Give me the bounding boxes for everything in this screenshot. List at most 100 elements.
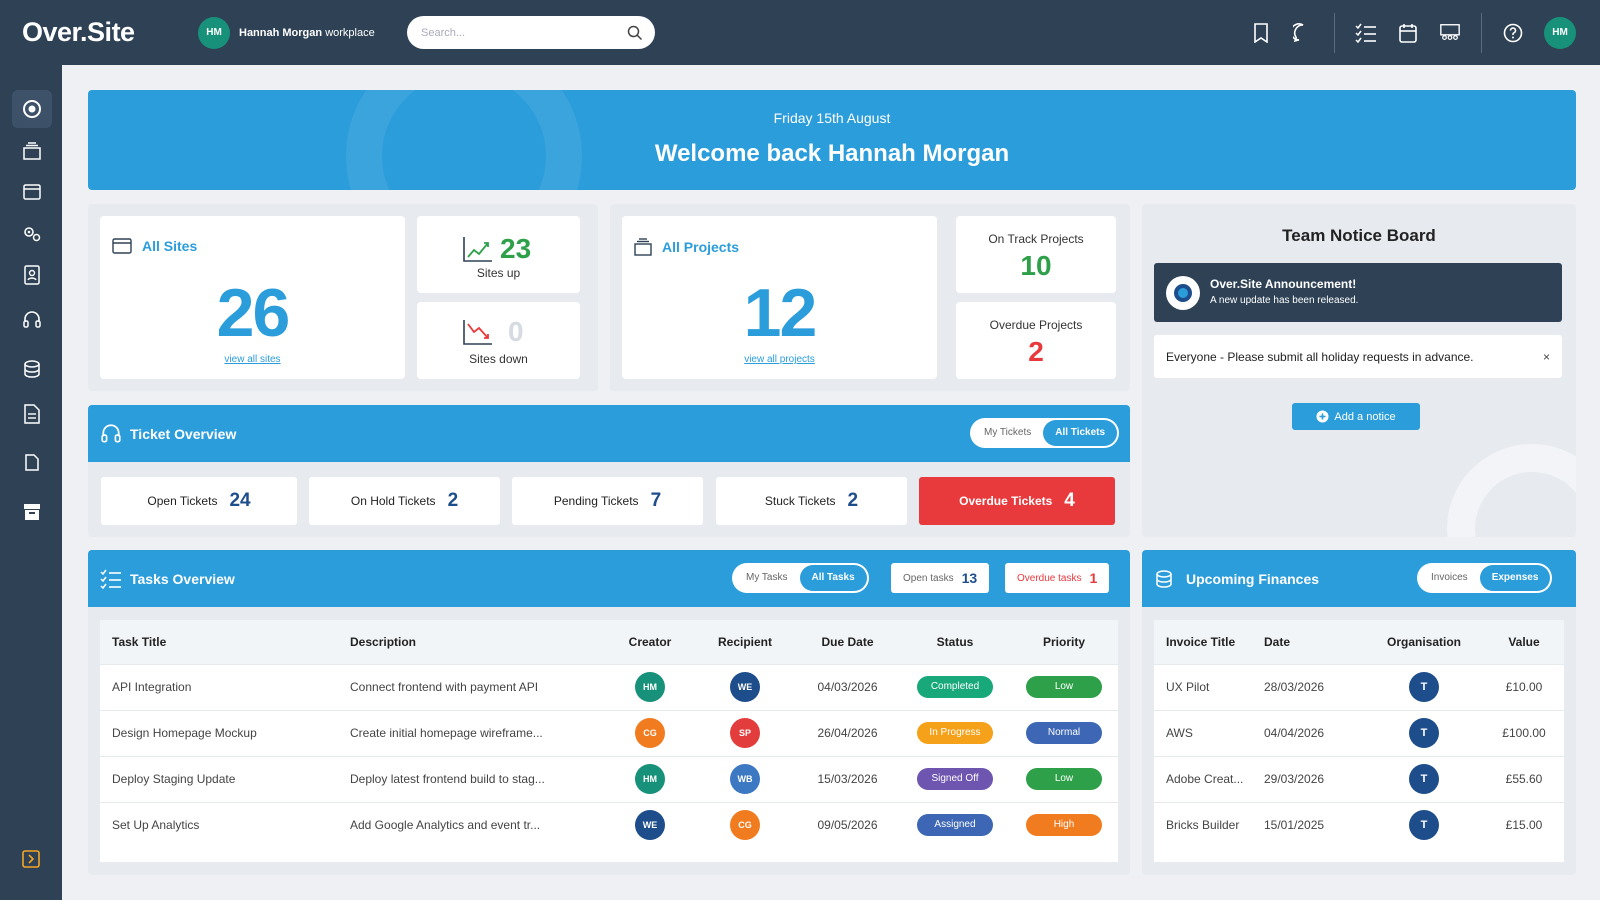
table-row[interactable]: Deploy Staging Update Deploy latest fron…	[100, 755, 1118, 802]
sidebar-item-contacts[interactable]	[12, 256, 52, 294]
collapse-sidebar-icon[interactable]	[22, 850, 40, 868]
all-projects-card[interactable]: All Projects 12 view all projects	[622, 216, 937, 379]
finances-header: Upcoming Finances Invoices Expenses	[1142, 550, 1576, 607]
col-creator[interactable]: Creator	[605, 620, 695, 664]
close-icon[interactable]: ×	[1543, 350, 1550, 364]
add-notice-button[interactable]: Add a notice	[1292, 403, 1420, 430]
sidebar-item-projects[interactable]	[12, 132, 52, 170]
user-avatar[interactable]: HM	[1544, 16, 1576, 49]
workspace-user: Hannah Morgan	[239, 26, 323, 39]
overdue-projects-label: Overdue Projects	[989, 318, 1083, 332]
col-date[interactable]: Date	[1264, 620, 1364, 664]
sidebar-item-sites[interactable]	[12, 173, 52, 211]
organisation-avatar[interactable]: T	[1409, 718, 1439, 748]
sidebar-item-files[interactable]	[12, 443, 52, 481]
col-status[interactable]: Status	[900, 620, 1010, 664]
finances-title: Upcoming Finances	[1186, 570, 1320, 587]
creator-avatar[interactable]: WE	[635, 810, 665, 841]
task-description: Connect frontend with payment API	[350, 663, 605, 710]
notice-text: Everyone - Please submit all holiday req…	[1166, 349, 1474, 364]
notice-item: Everyone - Please submit all holiday req…	[1154, 335, 1562, 378]
on-track-card[interactable]: On Track Projects 10	[956, 216, 1116, 293]
calendar-icon[interactable]	[1397, 22, 1419, 44]
sidebar-item-archive[interactable]	[12, 493, 52, 531]
col-invoice-title[interactable]: Invoice Title	[1154, 620, 1264, 664]
recipient-avatar[interactable]: SP	[730, 718, 760, 748]
search-icon[interactable]	[627, 25, 643, 41]
col-value[interactable]: Value	[1484, 620, 1564, 664]
organisation-avatar[interactable]: T	[1409, 764, 1439, 794]
open-tickets-card[interactable]: Open Tickets 24	[101, 477, 297, 525]
creator-avatar[interactable]: CG	[635, 718, 665, 748]
recipient-avatar[interactable]: WB	[730, 764, 760, 794]
recipient-avatar[interactable]: WE	[730, 672, 760, 702]
organisation-avatar[interactable]: T	[1409, 810, 1439, 841]
overdue-tickets-card[interactable]: Overdue Tickets 4	[919, 477, 1115, 525]
invoices-toggle[interactable]: Invoices	[1419, 565, 1480, 591]
col-recipient[interactable]: Recipient	[695, 620, 795, 664]
workspace-name[interactable]: Hannah Morgan workplace	[239, 27, 399, 39]
search-input[interactable]	[421, 26, 627, 39]
help-icon[interactable]	[1502, 22, 1524, 44]
table-row[interactable]: API Integration Connect frontend with pa…	[100, 663, 1118, 710]
table-row[interactable]: UX Pilot 28/03/2026 T £10.00	[1154, 663, 1564, 710]
sites-down-count: 0	[508, 316, 524, 347]
sites-up-card[interactable]: 23 Sites up	[417, 216, 580, 293]
invoice-date: 04/04/2026	[1264, 709, 1364, 756]
overdue-projects-card[interactable]: Overdue Projects 2	[956, 302, 1116, 379]
sidebar-item-finances[interactable]	[12, 350, 52, 388]
col-priority[interactable]: Priority	[1010, 620, 1118, 664]
task-due-date: 26/04/2026	[795, 709, 900, 756]
creator-avatar[interactable]: HM	[635, 672, 665, 702]
browser-window-icon	[112, 238, 132, 254]
notice-board-title: Team Notice Board	[1282, 226, 1436, 245]
creator-avatar[interactable]: HM	[635, 764, 665, 794]
col-description[interactable]: Description	[350, 620, 605, 664]
col-due-date[interactable]: Due Date	[795, 620, 900, 664]
stuck-tickets-card[interactable]: Stuck Tickets 2	[716, 477, 907, 525]
bookmark-icon[interactable]	[1250, 22, 1272, 44]
all-tasks-toggle[interactable]: All Tasks	[799, 565, 867, 591]
col-task-title[interactable]: Task Title	[100, 620, 350, 664]
on-hold-tickets-card[interactable]: On Hold Tickets 2	[309, 477, 500, 525]
open-tasks-badge[interactable]: Open tasks 13	[891, 563, 990, 593]
all-projects-count: 12	[743, 275, 818, 351]
table-row[interactable]: Set Up Analytics Add Google Analytics an…	[100, 801, 1118, 848]
col-organisation[interactable]: Organisation	[1364, 620, 1484, 664]
ticket-toggle: My Tickets All Tickets	[970, 418, 1120, 448]
trending-up-icon	[463, 237, 492, 262]
sidebar-item-documents[interactable]	[12, 395, 52, 433]
trending-down-icon	[463, 320, 492, 345]
workspace-avatar[interactable]: HM	[198, 16, 230, 49]
overdue-projects-count: 2	[1028, 336, 1044, 367]
table-row[interactable]: Adobe Creat... 29/03/2026 T £55.60	[1154, 755, 1564, 802]
table-row[interactable]: Bricks Builder 15/01/2025 T £15.00	[1154, 801, 1564, 848]
all-sites-card[interactable]: All Sites 26 view all sites	[100, 216, 405, 379]
view-all-projects-link[interactable]: view all projects	[622, 354, 937, 365]
sidebar-item-settings[interactable]	[12, 215, 52, 253]
table-row[interactable]: Design Homepage Mockup Create initial ho…	[100, 709, 1118, 756]
pending-tickets-card[interactable]: Pending Tickets 7	[512, 477, 703, 525]
sidebar-item-dashboard[interactable]	[12, 90, 52, 128]
tasks-list-icon[interactable]	[1355, 22, 1377, 44]
all-tickets-toggle[interactable]: All Tickets	[1043, 420, 1118, 446]
status-badge: In Progress	[917, 722, 993, 744]
table-row[interactable]: AWS 04/04/2026 T £100.00	[1154, 709, 1564, 756]
announcement-text: A new update has been released.	[1210, 295, 1359, 306]
my-tasks-toggle[interactable]: My Tasks	[734, 565, 800, 591]
team-board-icon[interactable]	[1439, 22, 1461, 44]
contact-card-icon	[24, 265, 40, 285]
my-tickets-toggle[interactable]: My Tickets	[972, 420, 1043, 446]
organisation-avatar[interactable]: T	[1409, 672, 1439, 702]
chat-icon[interactable]	[1292, 22, 1314, 44]
app-logo[interactable]: Over.Site	[22, 17, 172, 48]
recipient-avatar[interactable]: CG	[730, 810, 760, 841]
overdue-tasks-badge[interactable]: Overdue tasks 1	[1005, 563, 1110, 593]
task-title: Set Up Analytics	[100, 801, 350, 848]
expenses-toggle[interactable]: Expenses	[1479, 565, 1551, 591]
view-all-sites-link[interactable]: view all sites	[100, 354, 405, 365]
ticket-overview-title: Ticket Overview	[130, 425, 237, 442]
sidebar-item-support[interactable]	[12, 301, 52, 339]
finances-table-header: Invoice Title Date Organisation Value	[1154, 620, 1564, 664]
sites-down-card[interactable]: 0 Sites down	[417, 302, 580, 379]
